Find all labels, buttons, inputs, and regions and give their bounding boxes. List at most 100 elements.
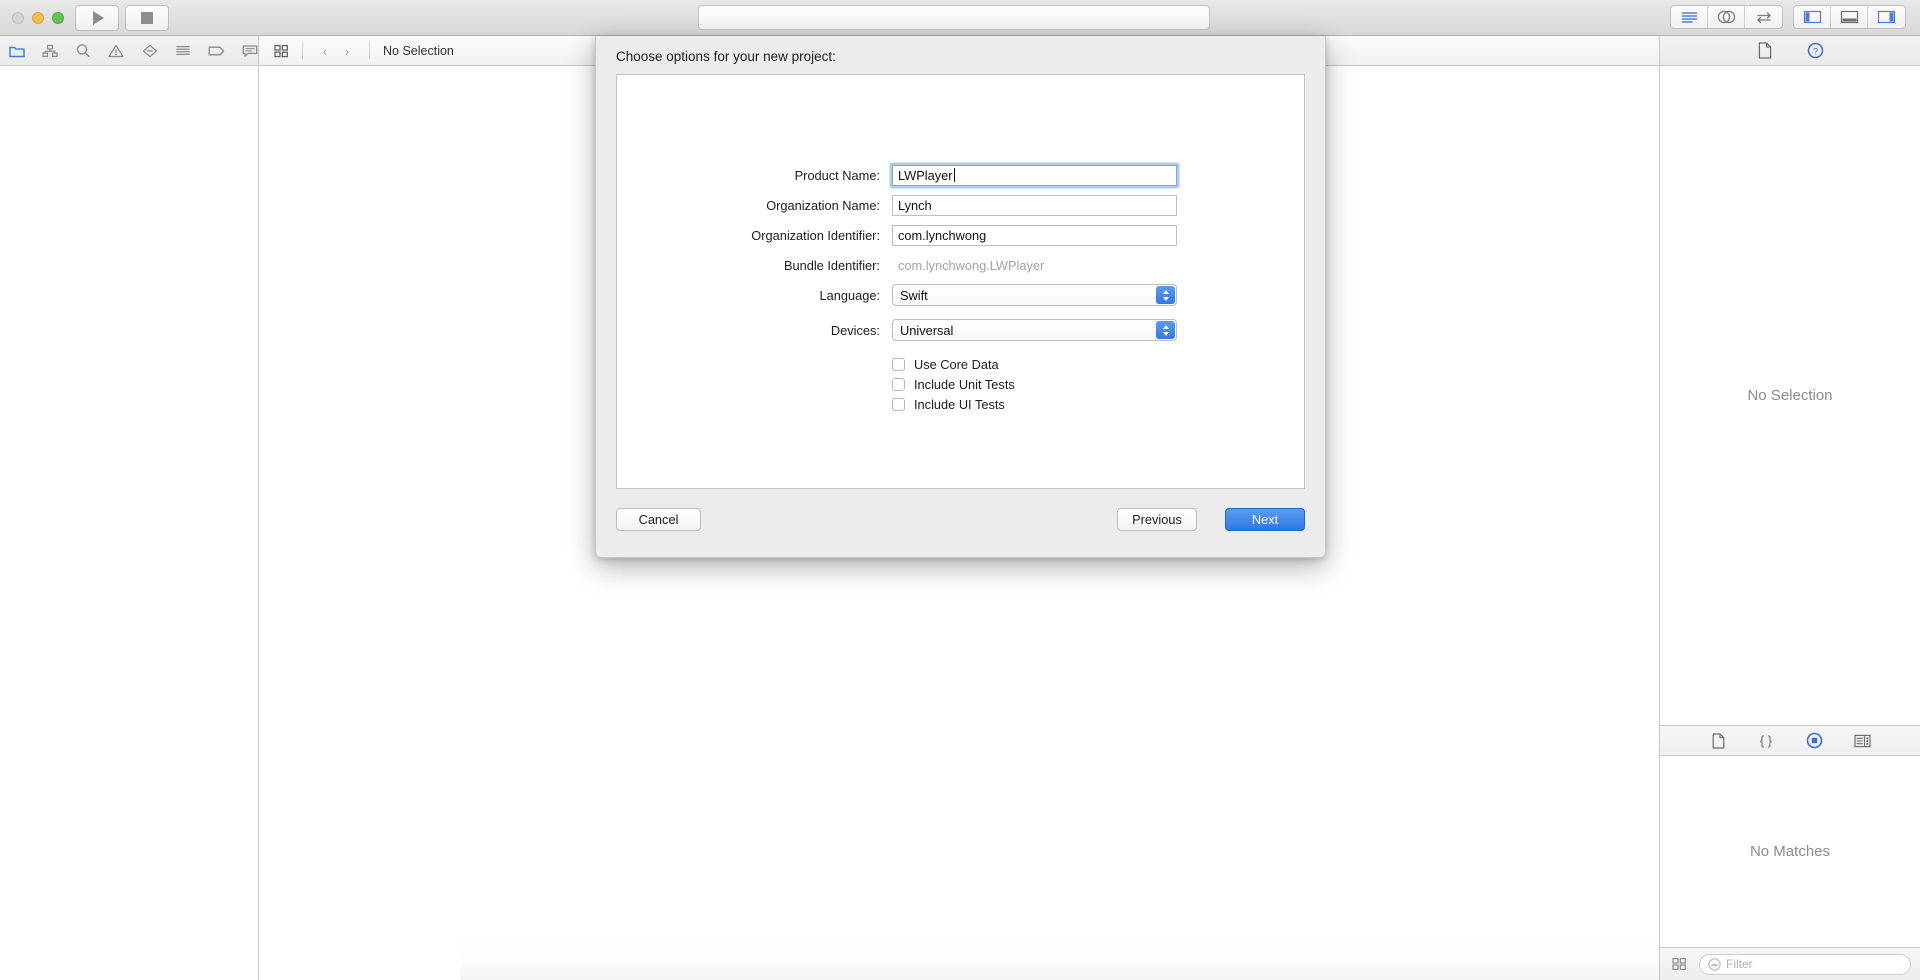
toggle-navigator-button[interactable] <box>1794 6 1831 28</box>
inspector-selector-bar: ? <box>1660 36 1920 66</box>
run-stop-group <box>75 5 169 31</box>
form-row-language: Language: Swift <box>617 280 1306 310</box>
related-items-button[interactable] <box>271 42 291 60</box>
checkbox-row-include-ui-tests[interactable]: Include UI Tests <box>617 394 1306 414</box>
jump-bar-label: No Selection <box>383 43 454 58</box>
navigator-selector-bar <box>0 36 258 66</box>
use-core-data-label: Use Core Data <box>914 356 999 372</box>
devices-value: Universal <box>900 322 954 338</box>
toolbar-search-field[interactable] <box>698 5 1210 30</box>
editor-bottom-shadow <box>461 934 1659 980</box>
next-button[interactable]: Next <box>1225 508 1305 531</box>
assistant-editor-button[interactable] <box>1708 6 1745 28</box>
library-grid-icon <box>1671 958 1686 971</box>
organization-name-value: Lynch <box>898 197 932 213</box>
navigate-forward-button[interactable]: › <box>336 44 358 58</box>
test-navigator-button[interactable] <box>142 42 158 60</box>
issue-navigator-button[interactable] <box>108 42 125 60</box>
project-navigator-button[interactable] <box>9 42 25 60</box>
form-row-product-name: Product Name: LWPlayer <box>617 160 1306 190</box>
report-navigator-icon <box>242 44 258 57</box>
new-project-options-sheet: Choose options for your new project: Pro… <box>595 36 1326 558</box>
chevron-updown-icon <box>1156 321 1175 339</box>
symbol-navigator-button[interactable] <box>42 42 58 60</box>
file-template-library-icon <box>1712 732 1724 749</box>
checkbox-row-use-core-data[interactable]: Use Core Data <box>617 354 1306 374</box>
form-row-organization-identifier: Organization Identifier: com.lynchwong <box>617 220 1306 250</box>
library-filter-placeholder: Filter <box>1726 957 1753 971</box>
navigator-content[interactable] <box>0 66 258 980</box>
toggle-utilities-icon <box>1877 10 1896 24</box>
breakpoint-navigator-icon <box>208 46 225 55</box>
devices-select[interactable]: Universal <box>892 319 1177 341</box>
minimize-window-button[interactable] <box>32 12 44 24</box>
library-selector-bar: { } <box>1660 726 1920 756</box>
version-editor-icon <box>1756 11 1771 23</box>
standard-editor-icon <box>1681 11 1697 23</box>
jump-bar-divider-2 <box>369 42 370 59</box>
toggle-utilities-button[interactable] <box>1868 6 1905 28</box>
issue-navigator-icon <box>108 44 125 57</box>
test-navigator-icon <box>142 44 157 57</box>
text-caret <box>953 168 955 182</box>
language-value: Swift <box>900 287 928 303</box>
language-select[interactable]: Swift <box>892 284 1177 306</box>
jump-bar-divider-1 <box>302 42 303 59</box>
organization-identifier-value: com.lynchwong <box>898 227 987 243</box>
cancel-button[interactable]: Cancel <box>616 508 701 531</box>
library-grid-button[interactable] <box>1669 955 1689 973</box>
product-name-input[interactable]: LWPlayer <box>892 164 1177 186</box>
library-filter-input[interactable]: Filter <box>1699 953 1911 975</box>
run-button[interactable] <box>75 5 119 31</box>
organization-name-input[interactable]: Lynch <box>892 194 1177 216</box>
breakpoint-navigator-button[interactable] <box>208 42 225 60</box>
language-label: Language: <box>819 287 881 303</box>
library-empty-label: No Matches <box>1749 842 1831 860</box>
standard-editor-button[interactable] <box>1671 6 1708 28</box>
report-navigator-button[interactable] <box>242 42 258 60</box>
form-row-bundle-identifier: Bundle Identifier: com.lynchwong.LWPlaye… <box>617 250 1306 280</box>
debug-navigator-button[interactable] <box>175 42 191 60</box>
organization-identifier-input[interactable]: com.lynchwong <box>892 224 1177 246</box>
navigator-panel <box>0 36 259 980</box>
bundle-identifier-label: Bundle Identifier: <box>783 257 880 273</box>
svg-text:{ }: { } <box>1760 733 1773 748</box>
library-pane: No Matches <box>1660 756 1920 946</box>
utilities-panel: ? No Selection { } No Matches Filter <box>1659 36 1920 980</box>
inspector-empty-label: No Selection <box>1747 387 1833 404</box>
quick-help-inspector-button[interactable]: ? <box>1805 42 1825 60</box>
find-navigator-icon <box>77 44 91 58</box>
toggle-navigator-icon <box>1803 10 1821 24</box>
run-icon <box>93 11 104 25</box>
file-template-library-button[interactable] <box>1708 732 1728 750</box>
panel-toggle-group <box>1793 5 1906 29</box>
file-inspector-button[interactable] <box>1755 42 1775 60</box>
navigate-back-button[interactable]: ‹ <box>314 44 336 58</box>
use-core-data-checkbox[interactable] <box>892 357 905 371</box>
close-window-button[interactable] <box>12 12 24 24</box>
include-ui-tests-checkbox[interactable] <box>892 397 905 411</box>
code-snippet-library-icon: { } <box>1760 733 1773 748</box>
version-editor-button[interactable] <box>1745 6 1782 28</box>
find-navigator-button[interactable] <box>75 42 91 60</box>
previous-button[interactable]: Previous <box>1117 508 1197 531</box>
zoom-window-button[interactable] <box>52 12 64 24</box>
checkbox-row-include-unit-tests[interactable]: Include Unit Tests <box>617 374 1306 394</box>
chevron-updown-icon <box>1156 286 1175 304</box>
project-navigator-icon <box>9 46 25 57</box>
project-options-form: Product Name: LWPlayer Organization Name… <box>617 160 1306 414</box>
stop-button[interactable] <box>125 5 169 31</box>
object-library-button[interactable] <box>1804 732 1824 750</box>
filter-search-icon <box>1708 957 1721 971</box>
related-items-icon <box>273 44 288 57</box>
inspector-top-pane: No Selection <box>1660 66 1920 726</box>
debug-navigator-icon <box>175 45 190 55</box>
product-name-value: LWPlayer <box>898 167 953 183</box>
include-unit-tests-checkbox[interactable] <box>892 377 905 391</box>
media-library-button[interactable] <box>1852 732 1872 750</box>
sheet-heading: Choose options for your new project: <box>616 49 836 64</box>
organization-identifier-label: Organization Identifier: <box>751 227 880 243</box>
editor-mode-group <box>1670 5 1783 29</box>
code-snippet-library-button[interactable]: { } <box>1756 732 1776 750</box>
toggle-debug-area-button[interactable] <box>1831 6 1868 28</box>
